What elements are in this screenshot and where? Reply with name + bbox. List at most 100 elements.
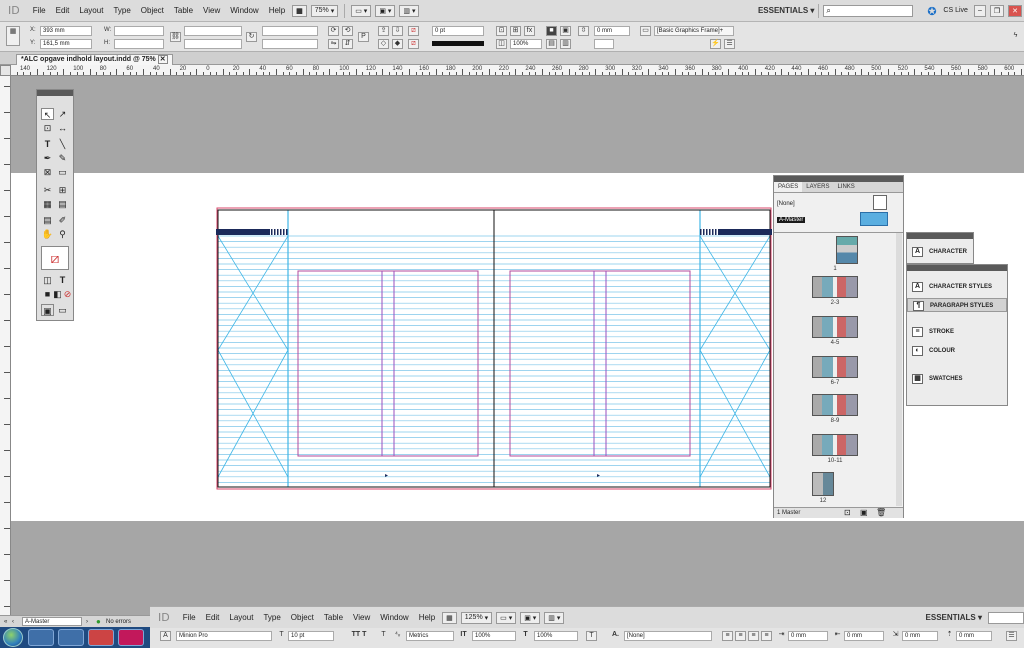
tab-layers[interactable]: LAYERS <box>802 182 833 192</box>
second-search-input[interactable] <box>988 611 1024 624</box>
font-size-field[interactable]: 10 pt <box>288 631 334 641</box>
pencil-tool-icon[interactable]: ✎ <box>56 152 69 164</box>
master-a[interactable]: A-Master <box>777 217 806 223</box>
tab-pages[interactable]: PAGES <box>774 182 803 192</box>
character-style-select[interactable]: [None] <box>624 631 712 641</box>
taskbar <box>0 627 150 648</box>
first-line-indent-field[interactable]: 0 mm <box>902 631 938 641</box>
direct-selection-tool-icon[interactable]: ↗ <box>56 108 69 120</box>
eyedropper-tool-icon[interactable]: ✐ <box>56 214 69 226</box>
vertical-scale-field[interactable]: 100% <box>472 631 516 641</box>
all-caps-icon[interactable]: TT T <box>344 631 374 641</box>
styles-panel-header[interactable] <box>907 265 1007 271</box>
second-menu-object[interactable]: Object <box>286 613 319 622</box>
text-frame <box>509 270 691 457</box>
page-thumb[interactable] <box>836 236 858 264</box>
right-indent-field[interactable]: 0 mm <box>844 631 884 641</box>
rectangle-frame-tool-icon[interactable]: ⊠ <box>41 166 54 178</box>
align-right-icon[interactable]: ≡ <box>748 631 759 641</box>
page-thumb[interactable] <box>812 316 858 338</box>
align-center-icon[interactable]: ≡ <box>735 631 746 641</box>
second-view-options-button[interactable]: ▭ ▾ <box>496 611 517 624</box>
second-menu-table[interactable]: Table <box>319 613 348 622</box>
second-zoom-select[interactable]: 125% ▾ <box>460 611 493 624</box>
character-item[interactable]: A CHARACTER <box>907 245 973 259</box>
page-thumb[interactable] <box>812 276 858 298</box>
gap-tool-icon[interactable]: ↔ <box>56 122 69 134</box>
fill-stroke-swatch-icon[interactable]: ⧄ <box>41 246 69 270</box>
character-icon: A <box>912 247 923 257</box>
character-styles-item[interactable]: A CHARACTER STYLES <box>907 280 1007 294</box>
align-left-icon[interactable]: ≡ <box>722 631 733 641</box>
free-transform-tool-icon[interactable]: ⊞ <box>56 184 69 196</box>
master-a-thumb[interactable] <box>860 212 888 226</box>
formatting-container-icon[interactable]: ◫ <box>41 274 54 286</box>
selection-tool-icon[interactable]: ↖ <box>41 108 54 120</box>
apply-none-icon[interactable]: ⊘ <box>61 288 74 300</box>
note-tool-icon[interactable]: ▤ <box>41 214 54 226</box>
new-page-icon[interactable]: ▣ <box>860 508 868 517</box>
page-nav-field[interactable]: A-Master <box>22 617 82 626</box>
second-menu-type[interactable]: Type <box>258 613 285 622</box>
normal-view-icon[interactable]: ▣ <box>41 304 54 316</box>
second-menu-view[interactable]: View <box>348 613 375 622</box>
second-screen-mode-button[interactable]: ▣ ▾ <box>520 611 541 624</box>
taskbar-media-icon[interactable] <box>88 629 114 646</box>
edit-page-size-icon[interactable]: ⊡ <box>844 508 851 517</box>
second-bridge-button[interactable]: ▦ <box>442 611 457 624</box>
rectangle-tool-icon[interactable]: ▭ <box>56 166 69 178</box>
char-formatting-icon[interactable]: A <box>160 631 171 641</box>
second-menu-edit[interactable]: Edit <box>201 613 225 622</box>
bullets-icon[interactable]: ☰ <box>1006 631 1017 641</box>
page-thumb[interactable] <box>812 472 834 496</box>
taskbar-ie-icon[interactable] <box>28 629 54 646</box>
header-bar-tick <box>280 229 282 235</box>
colour-item[interactable]: ◐ COLOUR <box>907 344 1007 358</box>
gradient-feather-tool-icon[interactable]: ▤ <box>56 198 69 210</box>
pen-tool-icon[interactable]: ✒ <box>41 152 54 164</box>
second-menu-layout[interactable]: Layout <box>224 613 258 622</box>
page-thumb[interactable] <box>812 356 858 378</box>
gradient-swatch-tool-icon[interactable]: ▦ <box>41 198 54 210</box>
justify-icon[interactable]: ≡ <box>761 631 772 641</box>
character-panel-header[interactable] <box>907 233 973 239</box>
character-control-bar: A Minion Pro T 10 pt TT T T ⁴ᵥ Metrics I… <box>150 628 1024 648</box>
second-menu-file[interactable]: File <box>178 613 201 622</box>
start-button-icon[interactable] <box>3 628 23 647</box>
second-menu-window[interactable]: Window <box>375 613 413 622</box>
header-bar-tick <box>700 229 702 235</box>
tools-panel-header[interactable] <box>37 90 73 96</box>
line-tool-icon[interactable]: ╲ <box>56 138 69 150</box>
kerning-field[interactable]: Metrics <box>406 631 454 641</box>
pages-scrollbar[interactable] <box>896 233 902 506</box>
char-style-label-icon: A. <box>612 631 619 638</box>
page-thumb[interactable] <box>812 394 858 416</box>
formatting-text-icon[interactable]: T <box>56 274 69 286</box>
left-indent-field[interactable]: 0 mm <box>788 631 828 641</box>
space-before-field[interactable]: 0 mm <box>956 631 992 641</box>
paragraph-styles-item[interactable]: ¶ PARAGRAPH STYLES <box>907 298 1007 312</box>
preview-mode-icon[interactable]: ▭ <box>56 304 69 316</box>
underline-icon[interactable]: T <box>378 631 389 641</box>
stroke-item[interactable]: ≡ STROKE <box>907 325 1007 339</box>
horizontal-scale-field[interactable]: 100% <box>534 631 578 641</box>
scissors-tool-icon[interactable]: ✂ <box>41 184 54 196</box>
type-tool-icon[interactable]: T <box>41 138 54 150</box>
page-number-label: 8-9 <box>830 418 840 424</box>
hand-tool-icon[interactable]: ✋ <box>41 228 54 240</box>
second-arrange-button[interactable]: ▥ ▾ <box>544 611 565 624</box>
second-workspace-switcher[interactable]: ESSENTIALS ▾ <box>926 613 982 622</box>
delete-page-icon[interactable]: 🗑 <box>876 508 886 517</box>
master-none-thumb[interactable] <box>873 195 887 210</box>
swatches-item[interactable]: ▦ SWATCHES <box>907 372 1007 386</box>
tab-links[interactable]: LINKS <box>833 182 858 192</box>
second-menu-help[interactable]: Help <box>414 613 440 622</box>
master-none[interactable]: [None] <box>777 201 795 207</box>
kerning-icon: ⁴ᵥ <box>394 631 401 638</box>
page-tool-icon[interactable]: ⊡ <box>41 122 54 134</box>
taskbar-explorer-icon[interactable] <box>58 629 84 646</box>
taskbar-indesign-icon[interactable] <box>118 629 144 646</box>
page-thumb[interactable] <box>812 434 858 456</box>
font-family-select[interactable]: Minion Pro <box>176 631 272 641</box>
zoom-tool-icon[interactable]: ⚲ <box>56 228 69 240</box>
